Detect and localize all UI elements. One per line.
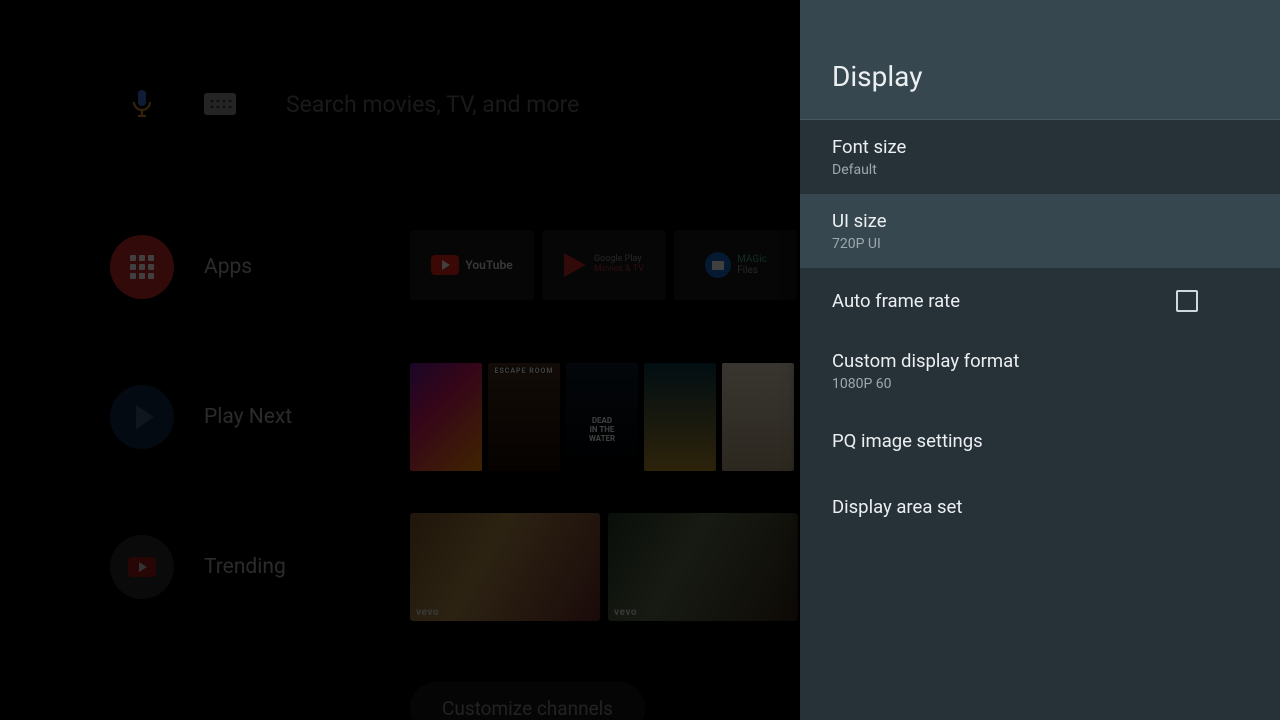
play-next-label: Play Next (204, 405, 292, 429)
poster[interactable] (644, 363, 716, 471)
app-card-youtube[interactable]: YouTube (410, 230, 534, 300)
item-title: UI size (832, 210, 1248, 232)
vevo-badge: vevo (614, 607, 637, 618)
trending-label: Trending (204, 555, 286, 579)
item-title: Font size (832, 136, 1248, 158)
settings-item-display-area[interactable]: Display area set (800, 474, 1280, 540)
youtube-label: YouTube (465, 258, 512, 272)
settings-item-custom-display-format[interactable]: Custom display format 1080P 60 (800, 334, 1280, 408)
search-bar[interactable]: Search movies, TV, and more (130, 90, 780, 118)
panel-header: Display (800, 0, 1280, 120)
settings-item-pq-image[interactable]: PQ image settings (800, 408, 1280, 474)
settings-item-ui-size[interactable]: UI size 720P UI (800, 194, 1280, 268)
poster[interactable] (410, 363, 482, 471)
app-card-magic-files[interactable]: MAGic Files (674, 230, 798, 300)
trending-icon (110, 535, 174, 599)
display-settings-panel: Display Font size Default UI size 720P U… (800, 0, 1280, 720)
settings-item-auto-frame-rate[interactable]: Auto frame rate (800, 268, 1280, 334)
play-next-icon (110, 385, 174, 449)
item-subtitle: Default (832, 162, 1248, 178)
video-thumbnail[interactable]: vevo (608, 513, 798, 621)
app-cards: YouTube Google Play Movies & TV MAGic Fi… (410, 230, 798, 300)
apps-label: Apps (204, 255, 252, 279)
item-subtitle: 1080P 60 (832, 376, 1248, 392)
item-subtitle: 720P UI (832, 236, 1248, 252)
item-title: Display area set (832, 496, 1248, 518)
panel-title: Display (832, 60, 922, 93)
checkbox-unchecked-icon[interactable] (1176, 290, 1198, 312)
item-title: PQ image settings (832, 430, 1248, 452)
microphone-icon (130, 90, 154, 118)
item-title: Custom display format (832, 350, 1248, 372)
magic-files-icon (705, 252, 731, 278)
search-placeholder: Search movies, TV, and more (286, 91, 579, 118)
play-next-posters: ESCAPE ROOM DEAD IN THE WATER (410, 363, 794, 471)
poster[interactable]: ESCAPE ROOM (488, 363, 560, 471)
google-play-label: Google Play Movies & TV (594, 255, 644, 275)
vevo-badge: vevo (416, 607, 439, 618)
keyboard-icon (204, 93, 236, 115)
trending-videos: vevo vevo (410, 513, 798, 621)
customize-channels-button[interactable]: Customize channels (410, 682, 645, 720)
settings-item-font-size[interactable]: Font size Default (800, 120, 1280, 194)
youtube-icon (431, 255, 459, 275)
google-play-icon (564, 253, 588, 277)
poster[interactable]: DEAD IN THE WATER (566, 363, 638, 471)
poster[interactable] (722, 363, 794, 471)
magic-files-label: MAGic Files (737, 254, 767, 276)
video-thumbnail[interactable]: vevo (410, 513, 600, 621)
app-card-google-play[interactable]: Google Play Movies & TV (542, 230, 666, 300)
apps-icon (110, 235, 174, 299)
